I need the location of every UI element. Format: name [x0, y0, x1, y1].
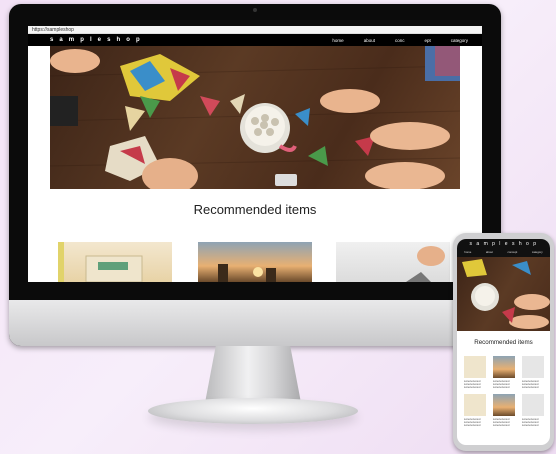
site-logo[interactable]: s a m p l e s h o p: [50, 37, 142, 43]
nav-conc[interactable]: conc: [395, 38, 405, 43]
mobile-product-2[interactable]: textextextextext textextextextext textex…: [493, 356, 515, 389]
mobile-nav-home[interactable]: home: [464, 250, 471, 254]
product-thumb-3[interactable]: [336, 242, 450, 282]
mobile-hero-image: [457, 257, 550, 331]
mobile-navbar: s a m p l e s h o p home about concept c…: [457, 239, 550, 257]
mobile-product-3[interactable]: textextextextext textextextextext textex…: [522, 356, 544, 389]
section-title: Recommended items: [193, 202, 317, 217]
nav-ept[interactable]: ept: [424, 38, 430, 43]
mobile-screen: s a m p l e s h o p home about concept c…: [457, 239, 550, 445]
mobile-product-image-2: [493, 356, 515, 378]
nav-links: home about conc ept category: [332, 34, 468, 46]
mobile-product-text: textextextextext textextextextext textex…: [464, 380, 481, 390]
mobile-product-image-3: [522, 356, 544, 378]
mobile-product-text: textextextextext textextextextext textex…: [493, 380, 510, 390]
mobile-product-1[interactable]: textextextextext textextextextext textex…: [464, 356, 486, 389]
mobile-hero-illustration: [462, 259, 550, 329]
mobile-product-image-1: [464, 356, 486, 378]
mobile-nav-category[interactable]: category: [532, 250, 543, 254]
mobile-product-image-4: [464, 394, 486, 416]
mobile-logo[interactable]: s a m p l e s h o p: [457, 241, 550, 247]
product-image-1: [58, 242, 143, 282]
product-thumb-2[interactable]: [198, 242, 312, 282]
product-image-2: [218, 264, 276, 282]
mobile-product-6[interactable]: textextextextext textextextextext textex…: [522, 394, 544, 427]
nav-category[interactable]: category: [451, 38, 468, 43]
mobile-product-4[interactable]: textextextextext textextextextext textex…: [464, 394, 486, 427]
address-bar-url: https://sampleshop: [32, 27, 74, 33]
mobile-product-5[interactable]: textextextextext textextextextext textex…: [493, 394, 515, 427]
monitor-stand-base: [148, 398, 358, 424]
product-thumb-1[interactable]: [58, 242, 172, 282]
mobile-phone: s a m p l e s h o p home about concept c…: [453, 233, 554, 451]
camera-dot: [253, 8, 257, 12]
mobile-nav-concept[interactable]: concept: [508, 250, 518, 254]
product-image-3: [406, 246, 445, 282]
mobile-nav-about[interactable]: about: [486, 250, 493, 254]
mobile-product-image-5: [493, 394, 515, 416]
monitor-chin: [9, 300, 501, 346]
mobile-product-text: textextextextext textextextextext textex…: [522, 380, 539, 390]
nav-home[interactable]: home: [332, 38, 343, 43]
hero-illustration: [50, 46, 460, 189]
mobile-product-text: textextextextext textextextextext textex…: [493, 418, 510, 428]
desktop-screen: https://sampleshop s a m p l e s h o p h…: [28, 26, 482, 282]
address-bar[interactable]: https://sampleshop: [28, 26, 482, 34]
mobile-product-image-6: [522, 394, 544, 416]
mobile-product-text: textextextextext textextextextext textex…: [522, 418, 539, 428]
mobile-section-title: Recommended items: [474, 339, 533, 346]
mobile-nav-links: home about concept category: [457, 250, 550, 254]
hero-image: [50, 46, 460, 189]
site-navbar: s a m p l e s h o p home about conc ept …: [28, 34, 482, 46]
nav-about[interactable]: about: [364, 38, 375, 43]
mobile-product-text: textextextextext textextextextext textex…: [464, 418, 481, 428]
